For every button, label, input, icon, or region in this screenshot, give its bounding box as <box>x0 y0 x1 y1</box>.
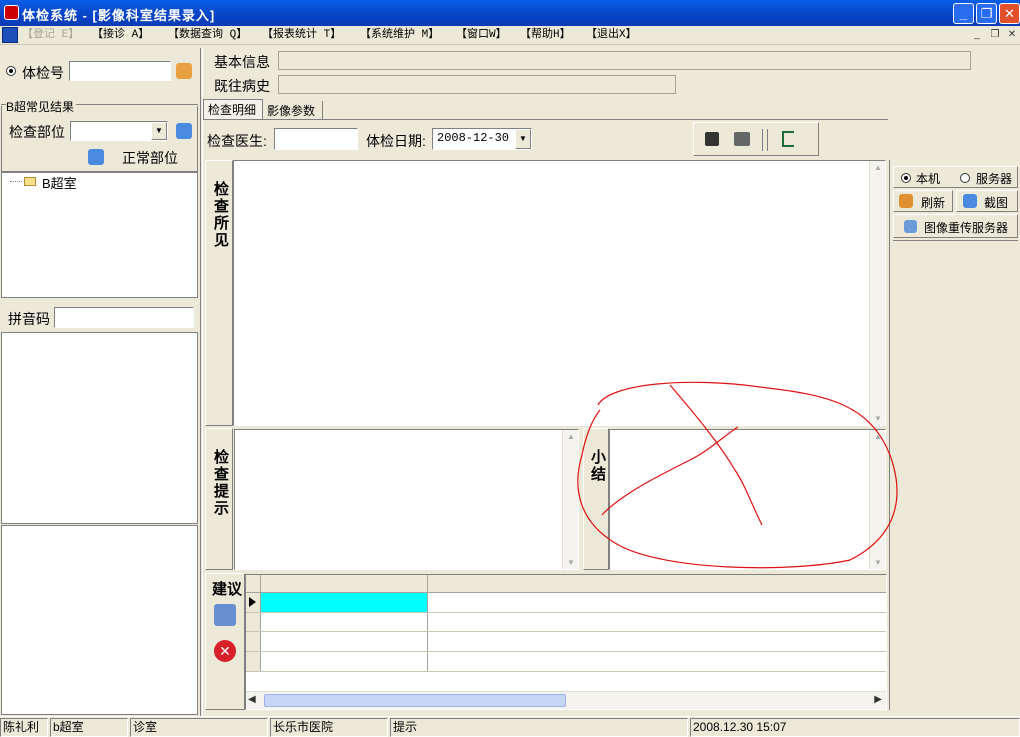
menu-bar: 【登记 E】 【接诊 A】 【数据查询 Q】 【报表统计 T】 【系统维护 M】… <box>0 26 1020 45</box>
menu-report[interactable]: 【报表统计 T】 <box>262 27 341 44</box>
mdi-close-icon[interactable]: ✕ <box>1005 28 1019 42</box>
doctor-input[interactable] <box>274 128 358 150</box>
menu-maintenance[interactable]: 【系统维护 M】 <box>360 27 439 44</box>
refresh-icon <box>899 194 913 208</box>
menu-reception[interactable]: 【接诊 A】 <box>92 27 149 44</box>
status-dept: 诊室 <box>130 718 268 737</box>
menu-query[interactable]: 【数据查询 Q】 <box>168 27 247 44</box>
reupload-button[interactable]: 图像重传服务器 <box>893 214 1018 238</box>
delete-advice-icon[interactable]: ✕ <box>214 640 236 662</box>
advice-grid[interactable]: ◀ ▶ <box>245 574 887 710</box>
menu-register[interactable]: 【登记 E】 <box>22 27 79 44</box>
grid-hscrollbar[interactable]: ◀ ▶ <box>246 691 886 709</box>
status-datetime: 2008.12.30 15:07 <box>690 718 1020 737</box>
refresh-button[interactable]: 刷新 <box>893 190 953 212</box>
radio-server[interactable] <box>960 173 970 183</box>
mdi-minimize-icon[interactable]: _ <box>970 28 984 42</box>
pinyin-input[interactable] <box>54 307 194 328</box>
mdi-restore-icon[interactable]: ❐ <box>988 28 1002 42</box>
exam-part-select[interactable]: ▼ <box>70 121 168 141</box>
app-menu-icon[interactable] <box>2 27 18 43</box>
advice-label: 建议 <box>212 581 243 598</box>
date-dropdown-icon[interactable]: ▼ <box>515 129 531 149</box>
menu-exit[interactable]: 【退出X】 <box>586 27 637 44</box>
date-label: 体检日期: <box>366 133 426 149</box>
app-icon <box>4 5 19 20</box>
save-icon[interactable] <box>705 132 719 146</box>
red-annotation-scribble <box>577 381 898 569</box>
history-label: 既往病史 <box>214 78 270 94</box>
findings-label: 检查所见 <box>212 181 229 249</box>
basic-info-label: 基本信息 <box>214 54 270 70</box>
minimize-button[interactable]: _ <box>953 3 974 24</box>
status-room: b超室 <box>50 718 128 737</box>
local-label: 本机 <box>916 172 941 186</box>
result-list[interactable] <box>1 332 198 524</box>
add-advice-icon[interactable] <box>214 604 236 626</box>
result-detail-list[interactable] <box>1 525 198 715</box>
tab-exam-detail[interactable]: 检查明细 <box>203 99 263 119</box>
upload-icon <box>904 220 917 233</box>
title-bar: 体检系统 - [影像科室结果录入] _ ❐ ✕ <box>0 0 1020 26</box>
dropdown-arrow-icon[interactable]: ▼ <box>151 122 167 140</box>
restore-button[interactable]: ❐ <box>976 3 997 24</box>
print-icon[interactable] <box>734 132 750 146</box>
window-title: 体检系统 - [影像科室结果录入] <box>22 8 216 23</box>
radio-local[interactable] <box>901 173 911 183</box>
add-part-icon[interactable] <box>176 123 192 139</box>
tips-label: 检查提示 <box>212 449 229 517</box>
image-source-group: 本机 服务器 <box>893 166 1018 188</box>
find-person-icon[interactable] <box>176 63 192 79</box>
capture-icon <box>963 194 977 208</box>
folder-icon <box>24 177 36 186</box>
close-button[interactable]: ✕ <box>999 3 1020 24</box>
scroll-thumb[interactable] <box>264 694 566 707</box>
history-field <box>278 75 676 94</box>
tab-image-params[interactable]: 影像参数 <box>263 101 323 119</box>
pinyin-label: 拼音码 <box>8 311 50 327</box>
status-user: 陈礼利 <box>0 718 48 737</box>
tree-item-bchao[interactable]: B超室 <box>42 173 77 192</box>
basic-info-field <box>278 51 971 70</box>
exit-door-icon[interactable] <box>782 131 794 147</box>
result-tree: B超室 <box>1 172 198 298</box>
tips-textarea[interactable]: ▲ ▼ <box>234 429 579 570</box>
findings-label-panel: 检查所见 <box>205 160 233 426</box>
normal-part-button[interactable]: 正常部位 <box>122 148 178 168</box>
exam-no-label: 体检号 <box>22 65 64 81</box>
row-pointer-icon <box>249 597 256 607</box>
exam-part-label: 检查部位 <box>9 124 65 140</box>
doctor-label: 检查医生: <box>207 133 267 149</box>
selected-cell[interactable] <box>261 593 427 612</box>
normal-part-icon[interactable] <box>88 149 104 165</box>
exam-date-picker[interactable]: 2008-12-30 ▼ <box>432 128 532 150</box>
common-results-group: 检查部位 ▼ 正常部位 <box>1 106 198 172</box>
advice-panel: 建议 ✕ <box>205 573 245 710</box>
radio-exam-no[interactable] <box>6 66 16 76</box>
capture-button[interactable]: 截图 <box>956 190 1018 212</box>
exam-no-input[interactable] <box>69 61 171 81</box>
tool-group <box>693 122 819 156</box>
menu-help[interactable]: 【帮助H】 <box>520 27 571 44</box>
status-hint: 提示 <box>390 718 688 737</box>
menu-window[interactable]: 【窗口W】 <box>456 27 507 44</box>
left-panel: 体检号 B超常见结果 检查部位 ▼ 正常部位 B超室 拼音码 <box>0 48 200 716</box>
grid-header <box>246 575 886 593</box>
status-hospital: 长乐市医院 <box>270 718 388 737</box>
tips-label-panel: 检查提示 <box>205 428 233 570</box>
server-label: 服务器 <box>976 172 1013 186</box>
